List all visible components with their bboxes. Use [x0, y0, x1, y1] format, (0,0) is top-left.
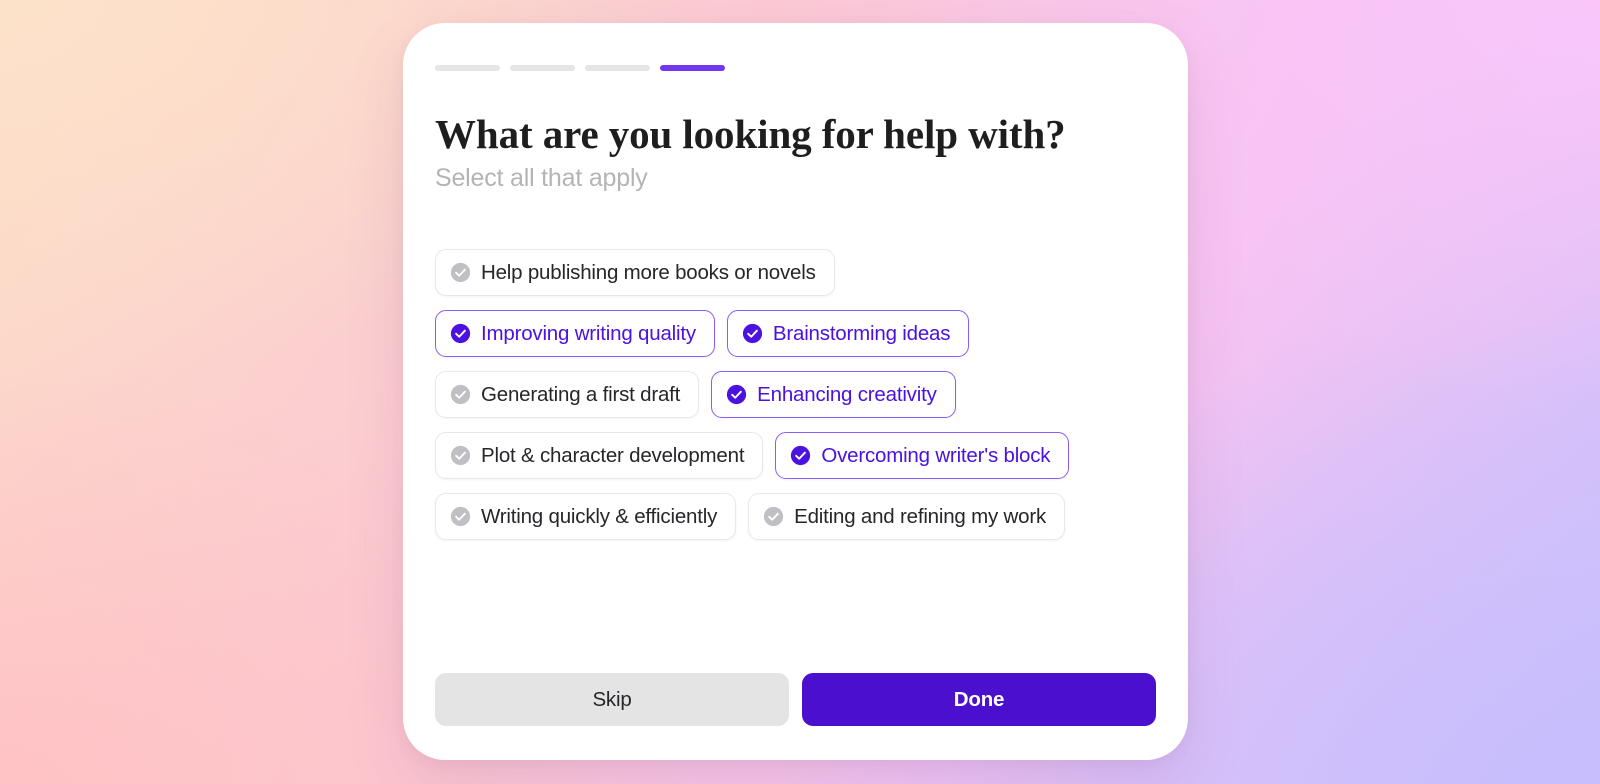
check-circle-icon [727, 385, 747, 405]
done-button[interactable]: Done [802, 673, 1156, 726]
check-circle-icon [791, 446, 811, 466]
option-chip-label: Editing and refining my work [794, 504, 1047, 528]
option-chip[interactable]: Help publishing more books or novels [435, 249, 835, 297]
progress-segment-1 [435, 65, 500, 71]
progress-segment-3 [585, 65, 650, 71]
progress-indicator [435, 65, 1156, 71]
option-chip-label: Brainstorming ideas [772, 321, 951, 345]
check-circle-icon [450, 263, 471, 283]
option-chip[interactable]: Editing and refining my work [748, 493, 1066, 541]
page-title: What are you looking for help with? [435, 111, 1066, 157]
option-chip[interactable]: Writing quickly & efficiently [435, 493, 737, 541]
page-subtitle: Select all that apply [435, 164, 648, 193]
option-chip-label: Improving writing quality [481, 321, 696, 345]
check-circle-icon [450, 446, 471, 466]
progress-segment-4 [660, 65, 725, 71]
option-chip[interactable]: Enhancing creativity [711, 371, 956, 419]
option-chip-label: Writing quickly & efficiently [481, 504, 718, 528]
check-circle-icon [450, 385, 471, 405]
option-chip-label: Help publishing more books or novels [481, 260, 816, 284]
option-chip-label: Enhancing creativity [757, 382, 937, 406]
option-chip-label: Generating a first draft [481, 382, 681, 406]
option-chip[interactable]: Improving writing quality [435, 310, 715, 358]
option-chip[interactable]: Plot & character development [435, 432, 764, 480]
check-circle-icon [742, 324, 763, 344]
check-circle-icon [764, 507, 784, 527]
footer-actions: Skip Done [435, 673, 1156, 726]
option-chip-label: Plot & character development [481, 443, 745, 467]
option-chip[interactable]: Overcoming writer's block [775, 432, 1070, 480]
check-circle-icon [450, 324, 471, 344]
skip-button[interactable]: Skip [435, 673, 789, 726]
option-chip-label: Overcoming writer's block [821, 443, 1051, 467]
onboarding-card: What are you looking for help with? Sele… [403, 23, 1188, 760]
option-chip[interactable]: Brainstorming ideas [726, 310, 970, 358]
check-circle-icon [450, 507, 471, 527]
option-chip-list: Help publishing more books or novels Impr… [435, 249, 1125, 541]
option-chip[interactable]: Generating a first draft [435, 371, 700, 419]
progress-segment-2 [510, 65, 575, 71]
